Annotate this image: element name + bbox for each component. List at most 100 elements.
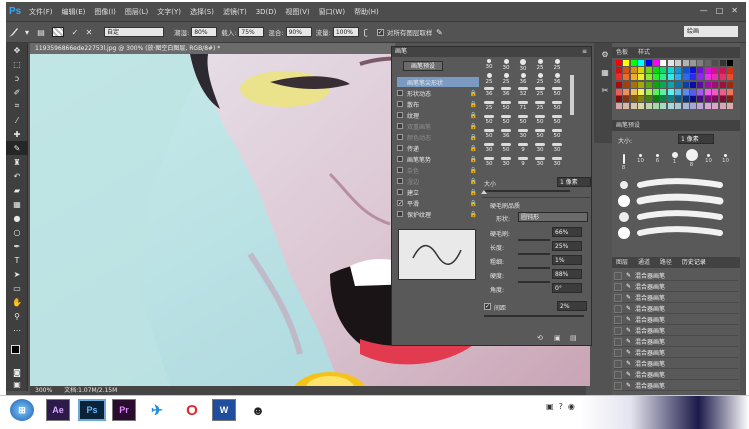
color-swatch[interactable]: [645, 60, 652, 66]
minimize-button[interactable]: —: [700, 6, 708, 15]
tab-channels[interactable]: 通道: [638, 259, 650, 266]
start-button-icon[interactable]: ⊞: [10, 399, 34, 421]
color-swatch[interactable]: [712, 60, 719, 66]
brush-tip[interactable]: 9: [516, 157, 530, 167]
brush-tip[interactable]: 30: [516, 129, 530, 139]
create-preset-icon[interactable]: ▤: [570, 334, 577, 342]
color-swatch[interactable]: [704, 74, 711, 81]
preset-brush-tip[interactable]: 10: [633, 149, 648, 164]
brush-tip[interactable]: 36: [499, 129, 513, 139]
spacing-slider[interactable]: [484, 315, 584, 317]
brush-option-checkbox[interactable]: [397, 167, 403, 173]
color-swatch[interactable]: [623, 96, 630, 102]
color-swatch[interactable]: [623, 67, 630, 74]
brush-tip[interactable]: 25: [533, 87, 547, 97]
brush-tip[interactable]: 25: [533, 73, 547, 85]
new-brush-icon[interactable]: ▣: [554, 334, 561, 342]
menu-help[interactable]: 帮助(H): [354, 7, 379, 17]
history-snapshot-checkbox[interactable]: [614, 271, 622, 280]
brush-tip[interactable]: 25: [533, 101, 547, 111]
brush-tip[interactable]: 25: [499, 73, 513, 85]
brush-option-checkbox[interactable]: [397, 112, 403, 118]
color-swatch[interactable]: [682, 96, 689, 102]
close-button[interactable]: ✕: [731, 6, 738, 15]
color-swatch[interactable]: [675, 88, 682, 95]
brush-tip[interactable]: 50: [550, 115, 564, 125]
color-swatch[interactable]: [616, 67, 622, 74]
history-snapshot-checkbox[interactable]: [614, 304, 622, 313]
brush-tip[interactable]: 25: [533, 59, 547, 71]
lock-icon[interactable]: 🔒: [470, 134, 477, 141]
menu-file[interactable]: 文件(F): [29, 7, 53, 17]
airbrush-icon[interactable]: ʗ: [359, 26, 373, 39]
brush-tip[interactable]: 25: [482, 73, 496, 85]
color-swatch[interactable]: [697, 67, 704, 74]
color-swatch[interactable]: [675, 67, 682, 74]
history-state-row[interactable]: ✎ 混合器画笔: [614, 370, 738, 380]
brush-tip[interactable]: 50: [499, 143, 513, 153]
color-swatch[interactable]: [623, 74, 630, 81]
color-swatch[interactable]: [660, 88, 667, 95]
zoom-tool-icon[interactable]: ⚲: [6, 309, 28, 323]
healing-brush-tool-icon[interactable]: ✚: [6, 127, 28, 141]
color-swatch[interactable]: [645, 96, 652, 102]
dodge-tool-icon[interactable]: ○: [6, 225, 28, 239]
color-swatch[interactable]: [623, 103, 630, 110]
preset-brush-tip[interactable]: 6: [650, 149, 665, 164]
brush-option-row[interactable]: 湿边 🔒: [397, 176, 479, 186]
brush-panel-toggle-icon[interactable]: ▤: [34, 26, 48, 39]
menu-window[interactable]: 窗口(W): [319, 7, 345, 17]
brush-tip[interactable]: 36: [482, 87, 496, 97]
brush-tip[interactable]: 30: [499, 59, 513, 71]
color-swatch[interactable]: [645, 67, 652, 74]
color-swatch[interactable]: [667, 103, 674, 110]
brush-tip[interactable]: 30: [516, 59, 530, 72]
brush-tip[interactable]: 50: [550, 101, 564, 111]
brush-tip[interactable]: 25: [482, 101, 496, 111]
path-select-tool-icon[interactable]: ➤: [6, 267, 28, 281]
menu-layer[interactable]: 图层(L): [125, 7, 148, 17]
color-swatch[interactable]: [630, 81, 637, 88]
brush-option-row[interactable]: 双重画笔 🔒: [397, 121, 479, 131]
brush-option-row[interactable]: 散布 🔒: [397, 99, 479, 109]
brush-option-checkbox[interactable]: [397, 211, 403, 217]
color-swatch[interactable]: [675, 74, 682, 81]
flow-input[interactable]: 100%: [332, 27, 359, 37]
brush-option-checkbox[interactable]: [397, 156, 403, 162]
color-swatch[interactable]: [667, 67, 674, 74]
tab-layers[interactable]: 图层: [616, 259, 628, 266]
color-swatch[interactable]: [727, 103, 733, 110]
color-swatch[interactable]: [667, 96, 674, 102]
brush-option-checkbox[interactable]: [397, 178, 403, 184]
brush-tip[interactable]: 25: [550, 59, 564, 71]
brush-option-row[interactable]: 传递 🔒: [397, 143, 479, 153]
clone-stamp-tool-icon[interactable]: ♜: [6, 155, 28, 169]
color-swatch[interactable]: [616, 81, 622, 88]
taskbar-after-effects[interactable]: Ae: [46, 399, 70, 421]
color-swatch[interactable]: [727, 67, 733, 74]
color-swatch[interactable]: [630, 67, 637, 74]
lock-icon[interactable]: 🔒: [470, 156, 477, 163]
sample-all-layers-checkbox[interactable]: ✓: [376, 28, 384, 36]
pressure-size-icon[interactable]: ✎: [432, 26, 446, 39]
color-swatch[interactable]: [645, 103, 652, 110]
history-snapshot-checkbox[interactable]: [614, 293, 622, 302]
pen-tool-icon[interactable]: ✒: [6, 239, 28, 253]
color-swatch[interactable]: [697, 60, 704, 66]
color-swatch[interactable]: [704, 103, 711, 110]
brush-tip[interactable]: 9: [516, 143, 530, 153]
extra-tools-icon[interactable]: ⋯: [6, 323, 28, 337]
brush-tip[interactable]: 30: [550, 157, 564, 167]
color-swatch[interactable]: [690, 67, 696, 74]
brush-option-row[interactable]: 画笔笔尖形状: [397, 77, 479, 87]
color-swatch[interactable]: [719, 74, 726, 81]
color-swatch[interactable]: [697, 74, 704, 81]
gradient-tool-icon[interactable]: ▦: [6, 197, 28, 211]
brush-panel-title[interactable]: 画笔: [395, 48, 407, 55]
brush-option-row[interactable]: 建立 🔒: [397, 187, 479, 197]
brush-tip[interactable]: 30: [499, 157, 513, 167]
color-swatch[interactable]: [616, 88, 622, 95]
mixer-brush-tool-icon[interactable]: [6, 26, 20, 39]
color-swatch[interactable]: [653, 88, 659, 95]
brush-tip[interactable]: 50: [499, 115, 513, 125]
